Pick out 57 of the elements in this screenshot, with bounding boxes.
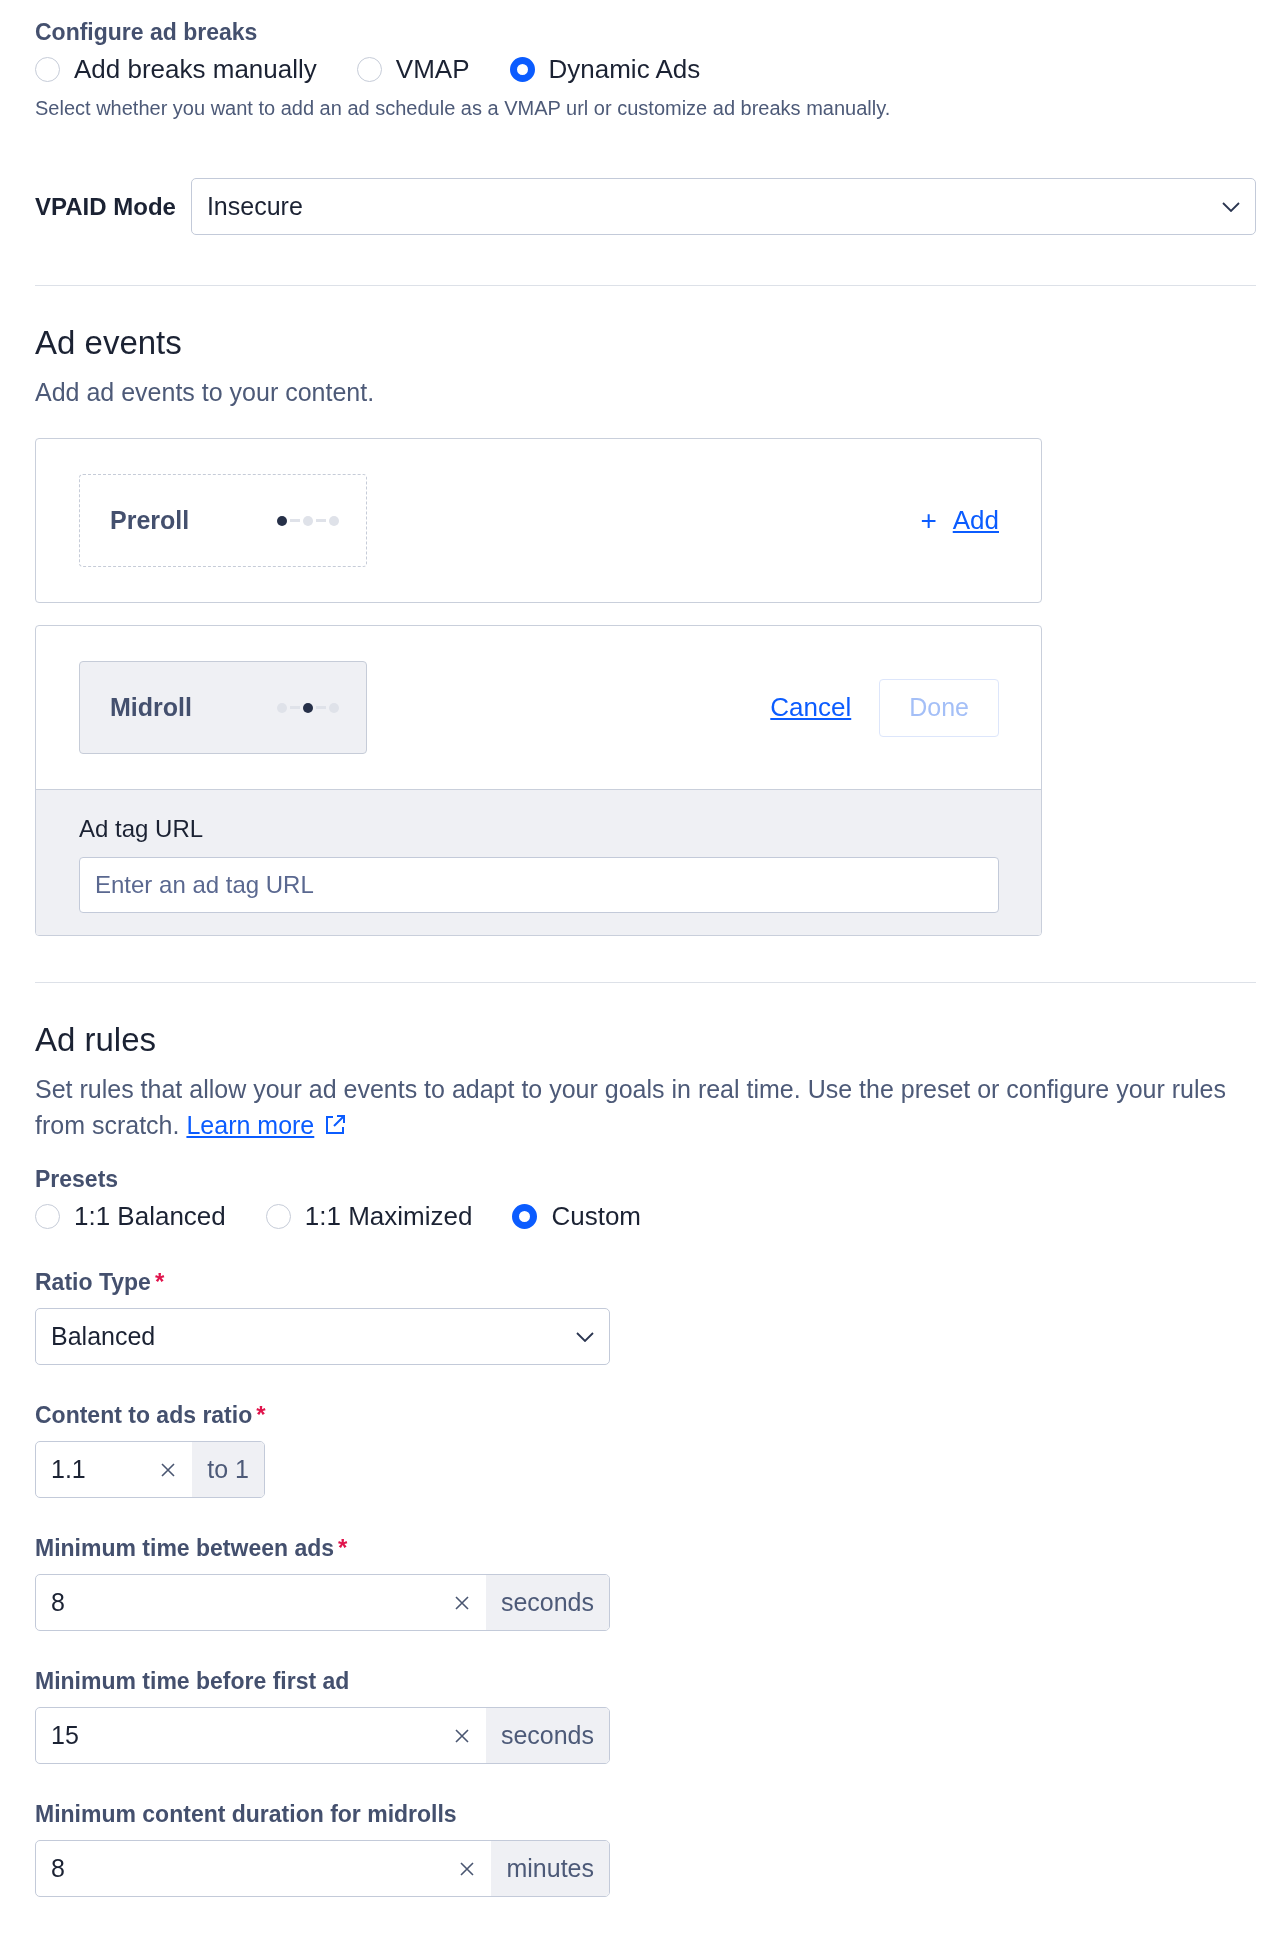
- required-mark: *: [338, 1533, 348, 1563]
- unit-addon: minutes: [491, 1841, 609, 1896]
- field-label: Minimum content duration for midrolls: [35, 1800, 457, 1829]
- unit-addon: seconds: [485, 1708, 609, 1763]
- number-field[interactable]: 1.1 to 1: [35, 1441, 265, 1498]
- radio-label[interactable]: 1:1 Maximized: [304, 1201, 473, 1232]
- radio-label[interactable]: VMAP: [395, 54, 470, 85]
- field-label: VPAID Mode: [35, 192, 176, 221]
- field-label: Ratio Type: [35, 1268, 151, 1297]
- event-name: Midroll: [110, 693, 192, 722]
- field-label: Ad tag URL: [79, 815, 205, 843]
- select-value: Balanced: [51, 1322, 156, 1351]
- select-field[interactable]: Balanced: [35, 1308, 610, 1365]
- required-mark: *: [256, 1400, 266, 1430]
- radio-label[interactable]: Dynamic Ads: [548, 54, 701, 85]
- clear-icon[interactable]: [454, 1728, 469, 1743]
- input-value: 15: [50, 1721, 80, 1750]
- chevron-down-icon: [576, 1331, 594, 1342]
- cancel-link[interactable]: Cancel: [770, 692, 852, 723]
- clear-icon[interactable]: [161, 1462, 176, 1477]
- section-title: Ad rules: [35, 1021, 158, 1059]
- select-value: Insecure: [206, 192, 303, 221]
- number-field[interactable]: 8 minutes: [35, 1840, 610, 1897]
- event-chip[interactable]: Preroll: [79, 474, 367, 567]
- radio-label[interactable]: Custom: [551, 1201, 641, 1232]
- event-name: Preroll: [110, 506, 190, 535]
- number-field[interactable]: 15 seconds: [35, 1707, 610, 1764]
- input-value: 8: [50, 1854, 66, 1883]
- clear-icon[interactable]: [460, 1861, 475, 1876]
- field-label: Minimum time between ads: [35, 1534, 335, 1563]
- radio-label[interactable]: 1:1 Balanced: [74, 1201, 226, 1232]
- section-description: Set rules that allow your ad events to adapt to your goals in real time. Use the preset or configure your rules from scratch. Learn more: [35, 1074, 1227, 1141]
- chevron-down-icon: [1222, 201, 1240, 212]
- radio-button[interactable]: [512, 1204, 538, 1229]
- field-label: Content to ads ratio: [35, 1401, 253, 1430]
- required-mark: *: [154, 1267, 165, 1297]
- unit-addon: to 1: [192, 1442, 264, 1497]
- select-field[interactable]: Insecure: [190, 178, 1256, 235]
- section-label: Configure ad breaks: [35, 18, 259, 47]
- url-input-field[interactable]: Enter an ad tag URL: [79, 857, 999, 913]
- input-value: 8: [50, 1588, 66, 1617]
- field-label: Minimum time before first ad: [35, 1667, 350, 1696]
- radio-label[interactable]: Add breaks manually: [74, 54, 317, 85]
- radio-button[interactable]: [509, 57, 535, 82]
- section-subtitle: Add ad events to your content.: [35, 377, 376, 408]
- group-label: Presets: [35, 1165, 120, 1194]
- input-value: 1.1: [50, 1455, 87, 1484]
- unit-addon: seconds: [485, 1575, 609, 1630]
- clear-icon[interactable]: [454, 1595, 469, 1610]
- learn-more-link[interactable]: Learn more: [186, 1111, 315, 1139]
- event-chip[interactable]: Midroll: [79, 661, 367, 754]
- number-field[interactable]: 8 seconds: [35, 1574, 610, 1631]
- add-link[interactable]: Add: [952, 505, 999, 536]
- external-link-icon: [324, 1114, 347, 1136]
- plus-icon[interactable]: +: [920, 504, 937, 537]
- section-title: Ad events: [35, 324, 183, 362]
- help-text: Select whether you want to add an ad schedule as a VMAP url or customize ad breaks manually.: [35, 97, 892, 120]
